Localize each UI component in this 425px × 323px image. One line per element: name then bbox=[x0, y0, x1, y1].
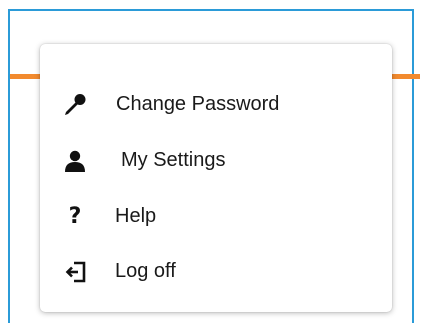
user-dropdown-menu: Change Password My Settings ? Help Log o… bbox=[40, 44, 392, 312]
menu-item-change-password[interactable]: Change Password bbox=[40, 79, 392, 129]
my-settings-label: My Settings bbox=[121, 149, 226, 171]
header-accent-bar-left bbox=[10, 74, 40, 79]
menu-item-log-off[interactable]: Log off bbox=[40, 246, 392, 296]
change-password-label: Change Password bbox=[116, 93, 280, 115]
question-glyph: ? bbox=[68, 204, 82, 229]
question-icon: ? bbox=[62, 204, 88, 230]
key-icon bbox=[62, 92, 88, 118]
menu-item-my-settings[interactable]: My Settings bbox=[40, 135, 392, 185]
header-accent-bar-right bbox=[390, 74, 420, 79]
user-icon bbox=[62, 148, 88, 174]
help-label: Help bbox=[115, 205, 157, 227]
menu-item-help[interactable]: ? Help bbox=[40, 191, 392, 241]
logout-icon bbox=[62, 259, 88, 285]
log-off-label: Log off bbox=[115, 260, 176, 282]
